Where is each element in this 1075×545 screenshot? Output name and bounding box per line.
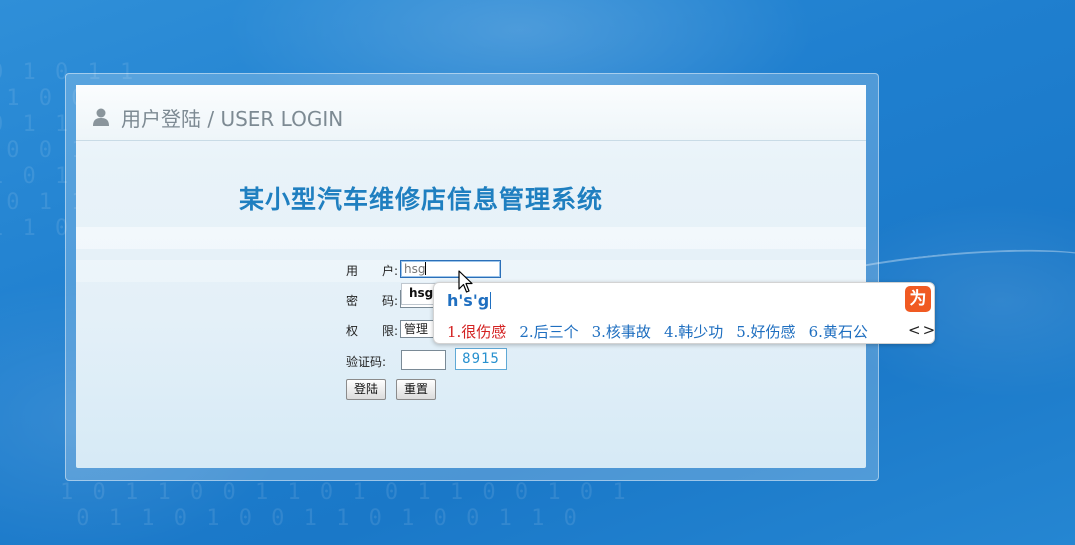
ime-caret <box>490 292 492 309</box>
captcha-image[interactable]: 8915 <box>455 348 507 370</box>
text-caret <box>425 262 427 275</box>
ime-candidate-window: h's'g 为 1.很伤感 2.后三个 3.核事故 4.韩少功 5.好伤感 6.黄石公 <… <box>433 282 935 344</box>
decor-band <box>76 227 866 249</box>
user-icon <box>93 108 109 126</box>
panel-title: 用户登陆 / USER LOGIN <box>121 107 344 131</box>
ime-candidate-list: 1.很伤感 2.后三个 3.核事故 4.韩少功 5.好伤感 6.黄石公 <box>447 321 881 342</box>
background-digits: 1 0 1 1 0 0 1 1 0 1 0 1 1 0 0 1 0 1 0 1 … <box>60 480 629 531</box>
ime-logo-icon[interactable]: 为 <box>905 286 931 312</box>
panel-header: 用户登陆 / USER LOGIN <box>76 85 866 141</box>
login-button[interactable]: 登陆 <box>346 379 387 400</box>
username-value: hsg <box>404 262 426 276</box>
ime-page-nav[interactable]: <> <box>908 321 937 339</box>
ime-candidate[interactable]: 5.好伤感 <box>736 323 795 341</box>
username-input[interactable]: hsg <box>400 260 501 278</box>
role-value: 管理 <box>404 322 429 336</box>
username-label: 用 户: <box>346 264 399 278</box>
autocomplete-suggestion[interactable]: hsg <box>401 283 437 305</box>
ime-candidate[interactable]: 2.后三个 <box>519 323 578 341</box>
system-title: 某小型汽车维修店信息管理系统 <box>239 185 604 214</box>
ime-candidate[interactable]: 4.韩少功 <box>664 323 723 341</box>
captcha-input[interactable] <box>401 350 446 370</box>
ime-candidate[interactable]: 1.很伤感 <box>447 323 506 341</box>
ime-candidate[interactable]: 3.核事故 <box>592 323 651 341</box>
password-label: 密 码: <box>346 294 399 308</box>
role-label: 权 限: <box>346 324 399 338</box>
reset-button[interactable]: 重置 <box>396 379 437 400</box>
mouse-cursor-icon <box>458 270 473 293</box>
ime-candidate[interactable]: 6.黄石公 <box>809 323 868 341</box>
captcha-label: 验证码: <box>346 355 387 369</box>
